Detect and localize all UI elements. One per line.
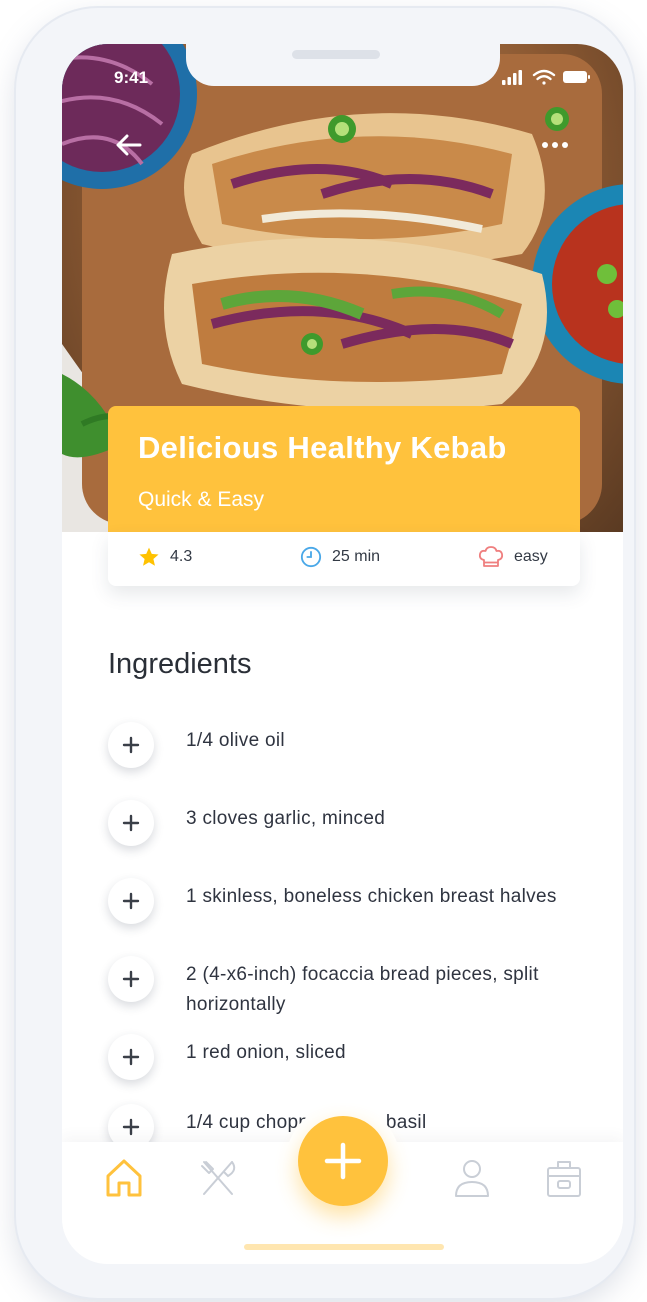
ingredients-heading: Ingredients [108,648,252,680]
home-indicator [244,1244,444,1250]
more-dots-icon [542,142,568,148]
more-options-button[interactable] [538,128,572,162]
app-screen: 9:41 Delicious Healthy Kebab Quick & Eas… [62,44,623,1264]
plus-icon [122,814,140,832]
plus-icon [122,736,140,754]
fork-knife-icon [201,1161,236,1195]
lunchbox-icon [547,1161,581,1197]
plus-icon [122,1048,140,1066]
chef-hat-icon [478,546,504,567]
ingredient-text: 3 cloves garlic, minced [186,808,386,829]
add-ingredient-button[interactable] [108,800,154,846]
signal-icon [502,70,522,85]
add-ingredient-button[interactable] [108,1034,154,1080]
tab-lunchbox[interactable] [544,1156,584,1200]
add-ingredient-button[interactable] [108,956,154,1002]
arrow-left-icon [116,134,142,156]
recipe-title: Delicious Healthy Kebab [138,430,507,465]
battery-icon [563,71,590,83]
plus-icon [122,892,140,910]
ingredient-text: 2 (4-x6-inch) focaccia bread pieces, spl… [186,964,539,1015]
tab-recipes[interactable] [196,1156,236,1200]
device-speaker [292,50,380,59]
rating-value: 4.3 [170,548,193,565]
duration-meta: 25 min [300,532,380,582]
status-time: 9:41 [114,68,149,87]
difficulty-value: easy [514,548,548,565]
tab-profile[interactable] [452,1156,492,1200]
clock-icon [300,546,322,568]
ingredient-text: 1 skinless, boneless chicken breast halv… [186,886,557,907]
recipe-title-card: Delicious Healthy Kebab Quick & Easy [108,406,580,532]
plus-icon [324,1142,362,1180]
add-recipe-button[interactable] [298,1116,388,1206]
ingredient-text: 1 red onion, sliced [186,1042,346,1063]
recipe-meta-card: 4.3 25 min easy [108,532,580,586]
difficulty-meta: easy [478,532,548,582]
plus-icon [122,970,140,988]
tab-home[interactable] [104,1156,144,1200]
wifi-icon [532,69,556,85]
ingredient-text: 1/4 olive oil [186,730,285,751]
add-ingredient-button[interactable] [108,722,154,768]
rating-meta: 4.3 [138,532,192,582]
status-icons [500,68,592,91]
add-ingredient-button[interactable] [108,878,154,924]
recipe-subtitle: Quick & Easy [138,488,265,511]
plus-icon [122,1118,140,1136]
star-icon [139,547,159,566]
phone-frame: 9:41 Delicious Healthy Kebab Quick & Eas… [16,8,634,1298]
home-icon [106,1159,142,1197]
user-icon [455,1160,489,1197]
duration-value: 25 min [332,548,381,565]
back-button[interactable] [112,128,146,162]
